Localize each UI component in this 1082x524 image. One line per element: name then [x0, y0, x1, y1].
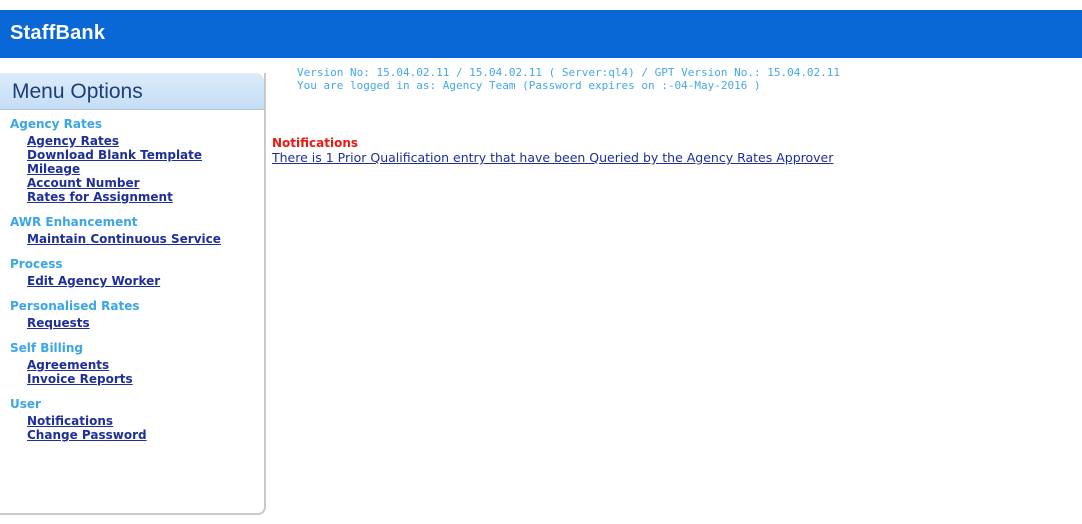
top-banner: StaffBank [0, 10, 1082, 58]
menu-link-invoice-reports[interactable]: Invoice Reports [27, 372, 264, 386]
menu-group-user: User Notifications Change Password [0, 397, 264, 442]
menu-link-maintain-continuous-service[interactable]: Maintain Continuous Service [27, 232, 264, 246]
group-title: Process [10, 257, 63, 271]
version-line: Version No: 15.04.02.11 / 15.04.02.11 ( … [297, 66, 841, 79]
group-title: AWR Enhancement [10, 215, 138, 229]
menu-link-agreements[interactable]: Agreements [27, 358, 264, 372]
menu-link-download-blank-template[interactable]: Download Blank Template [27, 148, 264, 162]
login-info-line: You are logged in as: Agency Team (Passw… [297, 79, 761, 92]
sidebar-header-title: Menu Options [12, 80, 143, 103]
menu-link-rates-for-assignment[interactable]: Rates for Assignment [27, 190, 264, 204]
menu-link-change-password[interactable]: Change Password [27, 428, 264, 442]
menu-link-edit-agency-worker[interactable]: Edit Agency Worker [27, 274, 264, 288]
group-title: Self Billing [10, 341, 84, 355]
menu-link-account-number[interactable]: Account Number [27, 176, 264, 190]
group-title: Personalised Rates [10, 299, 140, 313]
menu-link-mileage[interactable]: Mileage [27, 162, 264, 176]
group-title: User [10, 397, 41, 411]
group-title: Agency Rates [10, 117, 103, 131]
menu-link-notifications[interactable]: Notifications [27, 414, 264, 428]
menu-group-process: Process Edit Agency Worker [0, 257, 264, 288]
menu-link-agency-rates[interactable]: Agency Rates [27, 134, 264, 148]
menu-group-awr-enhancement: AWR Enhancement Maintain Continuous Serv… [0, 215, 264, 246]
sidebar-menu: Menu Options Agency Rates Agency Rates D… [0, 73, 266, 515]
notifications-heading: Notifications [272, 136, 359, 150]
menu-group-personalised-rates: Personalised Rates Requests [0, 299, 264, 330]
app-title: StaffBank [10, 22, 106, 44]
version-info: Version No: 15.04.02.11 / 15.04.02.11 ( … [297, 66, 840, 92]
menu-groups: Agency Rates Agency Rates Download Blank… [0, 117, 264, 453]
sidebar-header: Menu Options [0, 73, 264, 109]
notification-link[interactable]: There is 1 Prior Qualification entry tha… [272, 150, 833, 165]
menu-group-self-billing: Self Billing Agreements Invoice Reports [0, 341, 264, 386]
menu-link-requests[interactable]: Requests [27, 316, 264, 330]
menu-group-agency-rates: Agency Rates Agency Rates Download Blank… [0, 117, 264, 204]
